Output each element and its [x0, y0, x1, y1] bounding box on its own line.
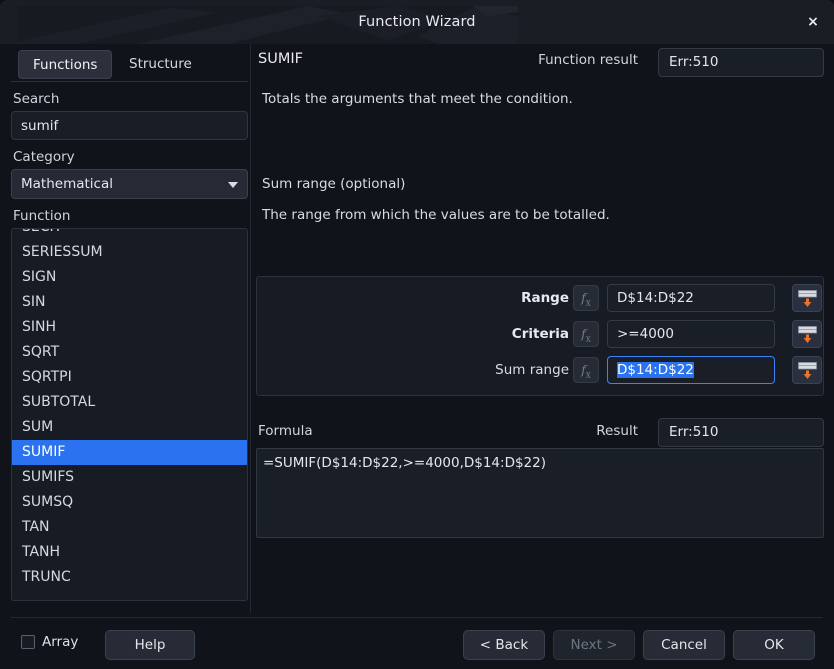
tab-strip: Functions Structure — [11, 48, 248, 82]
ok-button[interactable]: OK — [733, 630, 815, 660]
footer-divider — [11, 617, 823, 618]
formula-header: Formula Result Err:510 — [256, 418, 824, 448]
selected-text: D$14:D$22 — [617, 362, 694, 378]
category-select[interactable]: Mathematical — [11, 169, 248, 199]
fx-icon[interactable]: fx — [573, 285, 599, 311]
chevron-down-icon — [228, 182, 238, 188]
function-wizard-dialog: Function Wizard × Functions Structure Se… — [0, 0, 834, 669]
footer-bar: Array Help < Back Next > Cancel OK — [0, 619, 834, 669]
function-list-item[interactable]: TANH — [12, 540, 247, 565]
function-list-item[interactable]: SERIESSUM — [12, 240, 247, 265]
function-list-item[interactable]: TAN — [12, 515, 247, 540]
function-list-item[interactable]: SECH — [12, 229, 247, 240]
function-result-value: Err:510 — [658, 48, 824, 77]
function-list-item[interactable]: TRUNC — [12, 565, 247, 590]
spreadsheet-icon — [798, 290, 817, 307]
formula-input[interactable]: =SUMIF(D$14:D$22,>=4000,D$14:D$22) — [256, 448, 824, 538]
argument-label: Range — [521, 290, 569, 306]
function-result-label: Function result — [538, 52, 638, 68]
function-list-item[interactable]: SUMIFS — [12, 465, 247, 490]
back-button[interactable]: < Back — [463, 630, 545, 660]
function-list-item[interactable]: SIGN — [12, 265, 247, 290]
function-list-item[interactable]: SQRT — [12, 340, 247, 365]
spreadsheet-icon — [798, 362, 817, 379]
category-label: Category — [13, 149, 75, 165]
argument-row: Criteria fx >=4000 — [257, 319, 823, 349]
result-value: Err:510 — [658, 418, 824, 447]
select-range-button[interactable] — [792, 284, 822, 312]
argument-label: Sum range — [495, 362, 569, 378]
search-label: Search — [13, 91, 60, 107]
arguments-box: Range fx D$14:D$22 Criteria fx >=4000 Su… — [256, 276, 824, 396]
dialog-body: Functions Structure Search Category Math… — [0, 44, 834, 669]
function-list-item[interactable]: SIN — [12, 290, 247, 315]
argument-input[interactable]: D$14:D$22 — [607, 356, 775, 384]
argument-description: The range from which the values are to b… — [262, 207, 610, 223]
search-input[interactable] — [11, 111, 248, 140]
argument-title: Sum range (optional) — [262, 176, 406, 192]
function-list[interactable]: SECHSERIESSUMSIGNSINSINHSQRTSQRTPISUBTOT… — [11, 228, 248, 601]
help-button[interactable]: Help — [105, 630, 195, 660]
argument-input[interactable]: D$14:D$22 — [607, 284, 775, 312]
title-bar: Function Wizard × — [0, 0, 834, 44]
argument-label: Criteria — [511, 326, 569, 342]
category-selected-value: Mathematical — [21, 176, 113, 192]
function-list-item[interactable]: SINH — [12, 315, 247, 340]
formula-label: Formula — [258, 423, 313, 439]
description-area: Totals the arguments that meet the condi… — [256, 91, 824, 276]
argument-input[interactable]: >=4000 — [607, 320, 775, 348]
window-title: Function Wizard — [358, 14, 476, 30]
fx-icon[interactable]: fx — [573, 321, 599, 347]
function-list-item[interactable]: SUMSQ — [12, 490, 247, 515]
function-list-item[interactable]: SUM — [12, 415, 247, 440]
panel-divider — [250, 44, 251, 613]
array-checkbox-label: Array — [42, 634, 79, 650]
result-label: Result — [596, 423, 638, 439]
checkbox-box — [21, 635, 35, 649]
right-panel: SUMIF Function result Err:510 Totals the… — [256, 48, 824, 613]
close-icon[interactable]: × — [802, 12, 824, 32]
argument-row: Range fx D$14:D$22 — [257, 283, 823, 313]
function-list-item[interactable]: SUBTOTAL — [12, 390, 247, 415]
fx-icon[interactable]: fx — [573, 357, 599, 383]
function-description: Totals the arguments that meet the condi… — [262, 91, 573, 107]
select-range-button[interactable] — [792, 320, 822, 348]
function-list-item[interactable]: SQRTPI — [12, 365, 247, 390]
function-list-label: Function — [13, 208, 71, 224]
spreadsheet-icon — [798, 326, 817, 343]
tab-structure[interactable]: Structure — [115, 50, 206, 79]
next-button: Next > — [553, 630, 635, 660]
function-list-inner: SECHSERIESSUMSIGNSINSINHSQRTSQRTPISUBTOT… — [12, 229, 247, 590]
tab-functions[interactable]: Functions — [18, 50, 113, 79]
page-title: SUMIF — [258, 51, 303, 67]
function-header: SUMIF Function result Err:510 — [256, 48, 824, 82]
argument-row: Sum range fx D$14:D$22 — [257, 355, 823, 385]
function-list-item[interactable]: SUMIF — [12, 440, 247, 465]
left-panel: Functions Structure Search Category Math… — [11, 48, 248, 613]
cancel-button[interactable]: Cancel — [643, 630, 725, 660]
select-range-button[interactable] — [792, 356, 822, 384]
